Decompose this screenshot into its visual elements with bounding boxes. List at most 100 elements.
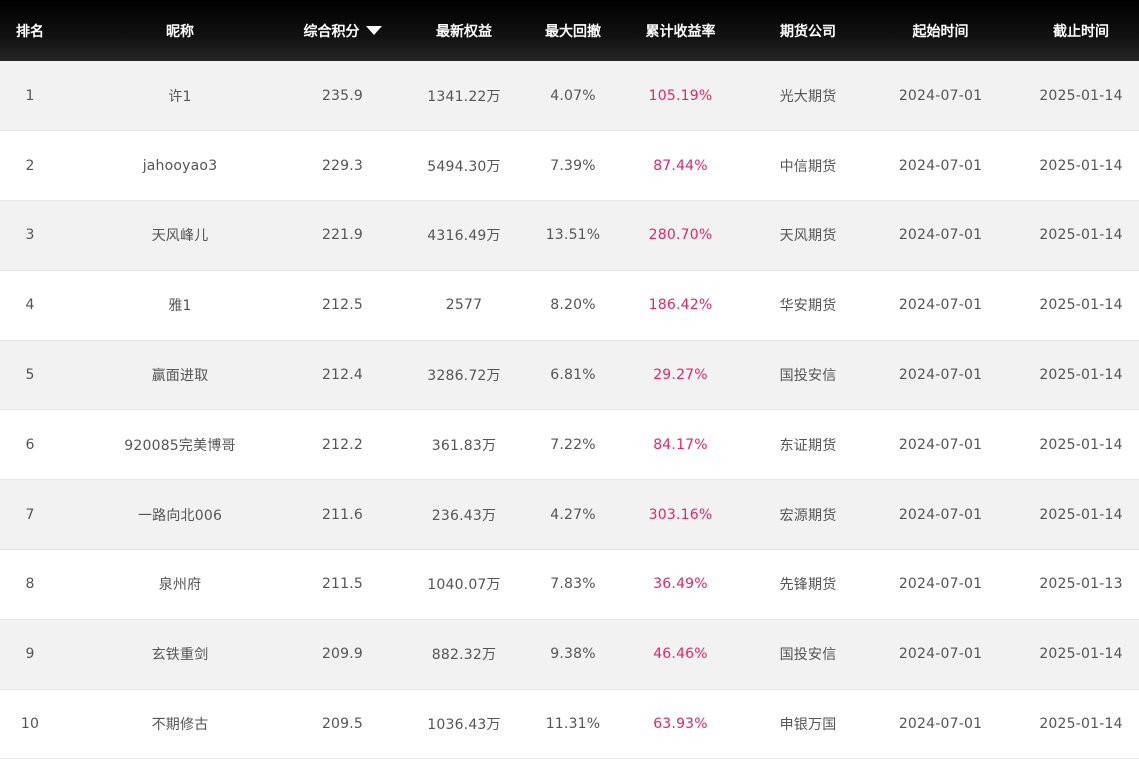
cell-return: 280.70%	[603, 200, 758, 271]
header-start[interactable]: 起始时间	[858, 0, 1023, 61]
cell-rank: 9	[0, 619, 60, 690]
cell-nickname[interactable]: 一路向北006	[60, 479, 300, 551]
cell-rank: 10	[0, 689, 60, 759]
header-company[interactable]: 期货公司	[758, 0, 858, 61]
cell-company: 中信期货	[758, 130, 858, 202]
cell-return: 29.27%	[603, 340, 758, 411]
cell-drawdown: 7.39%	[543, 130, 603, 202]
cell-rank: 2	[0, 130, 60, 202]
cell-return: 46.46%	[603, 619, 758, 690]
header-row: 排名 昵称 综合积分 最新权益 最大回撤 累计收益率 期货公司 起始时间 截止时…	[0, 0, 1139, 61]
header-nickname[interactable]: 昵称	[60, 0, 300, 61]
cell-nickname[interactable]: 泉州府	[60, 549, 300, 620]
cell-company: 天风期货	[758, 200, 858, 271]
cell-drawdown: 9.38%	[543, 619, 603, 690]
cell-score: 209.9	[300, 619, 385, 690]
cell-nickname[interactable]: 天风峰儿	[60, 200, 300, 271]
cell-equity: 4316.49万	[385, 200, 543, 271]
cell-drawdown: 7.83%	[543, 549, 603, 620]
cell-start: 2024-07-01	[858, 689, 1023, 759]
ranking-table: 排名 昵称 综合积分 最新权益 最大回撤 累计收益率 期货公司 起始时间 截止时…	[0, 0, 1139, 759]
cell-drawdown: 13.51%	[543, 200, 603, 271]
cell-equity: 5494.30万	[385, 130, 543, 202]
cell-nickname[interactable]: 920085完美博哥	[60, 409, 300, 481]
cell-end: 2025-01-14	[1023, 130, 1139, 202]
cell-end: 2025-01-14	[1023, 409, 1139, 481]
cell-return: 87.44%	[603, 130, 758, 202]
cell-score: 212.2	[300, 409, 385, 481]
cell-return: 84.17%	[603, 409, 758, 481]
cell-return: 105.19%	[603, 61, 758, 132]
header-equity[interactable]: 最新权益	[385, 0, 543, 61]
cell-equity: 1040.07万	[385, 549, 543, 620]
cell-equity: 1036.43万	[385, 689, 543, 759]
cell-score: 212.5	[300, 270, 385, 341]
cell-end: 2025-01-14	[1023, 479, 1139, 551]
cell-score: 229.3	[300, 130, 385, 202]
cell-rank: 4	[0, 270, 60, 341]
cell-end: 2025-01-14	[1023, 689, 1139, 759]
cell-score: 211.6	[300, 479, 385, 551]
cell-company: 国投安信	[758, 619, 858, 690]
cell-score: 221.9	[300, 200, 385, 271]
cell-drawdown: 6.81%	[543, 340, 603, 411]
cell-equity: 1341.22万	[385, 61, 543, 132]
table-row[interactable]: 7 一路向北006 211.6 236.43万 4.27% 303.16% 宏源…	[0, 479, 1139, 551]
cell-start: 2024-07-01	[858, 61, 1023, 132]
cell-company: 华安期货	[758, 270, 858, 341]
cell-return: 63.93%	[603, 689, 758, 759]
table-body: 1 许1 235.9 1341.22万 4.07% 105.19% 光大期货 2…	[0, 61, 1139, 759]
table-row[interactable]: 3 天风峰儿 221.9 4316.49万 13.51% 280.70% 天风期…	[0, 200, 1139, 271]
cell-equity: 882.32万	[385, 619, 543, 690]
cell-company: 国投安信	[758, 340, 858, 411]
table-row[interactable]: 5 赢面进取 212.4 3286.72万 6.81% 29.27% 国投安信 …	[0, 340, 1139, 411]
cell-equity: 236.43万	[385, 479, 543, 551]
cell-start: 2024-07-01	[858, 479, 1023, 551]
table-row[interactable]: 1 许1 235.9 1341.22万 4.07% 105.19% 光大期货 2…	[0, 61, 1139, 132]
header-rank[interactable]: 排名	[0, 0, 60, 61]
cell-start: 2024-07-01	[858, 200, 1023, 271]
cell-start: 2024-07-01	[858, 409, 1023, 481]
table-row[interactable]: 6 920085完美博哥 212.2 361.83万 7.22% 84.17% …	[0, 409, 1139, 481]
cell-end: 2025-01-14	[1023, 340, 1139, 411]
cell-return: 36.49%	[603, 549, 758, 620]
header-score[interactable]: 综合积分	[300, 0, 385, 61]
cell-rank: 6	[0, 409, 60, 481]
cell-rank: 1	[0, 61, 60, 132]
cell-equity: 361.83万	[385, 409, 543, 481]
cell-start: 2024-07-01	[858, 270, 1023, 341]
cell-return: 303.16%	[603, 479, 758, 551]
cell-company: 申银万国	[758, 689, 858, 759]
header-end[interactable]: 截止时间	[1023, 0, 1139, 61]
table-row[interactable]: 9 玄铁重剑 209.9 882.32万 9.38% 46.46% 国投安信 2…	[0, 619, 1139, 690]
cell-end: 2025-01-14	[1023, 200, 1139, 271]
cell-end: 2025-01-13	[1023, 549, 1139, 620]
cell-nickname[interactable]: 不期修古	[60, 689, 300, 759]
header-drawdown[interactable]: 最大回撤	[543, 0, 603, 61]
cell-equity: 3286.72万	[385, 340, 543, 411]
cell-nickname[interactable]: 许1	[60, 61, 300, 132]
cell-start: 2024-07-01	[858, 340, 1023, 411]
cell-nickname[interactable]: 雅1	[60, 270, 300, 341]
cell-nickname[interactable]: 玄铁重剑	[60, 619, 300, 690]
table-row[interactable]: 2 jahooyao3 229.3 5494.30万 7.39% 87.44% …	[0, 130, 1139, 202]
cell-company: 东证期货	[758, 409, 858, 481]
header-return[interactable]: 累计收益率	[603, 0, 758, 61]
leaderboard: 排名 昵称 综合积分 最新权益 最大回撤 累计收益率 期货公司 起始时间 截止时…	[0, 0, 1139, 759]
cell-nickname[interactable]: jahooyao3	[60, 130, 300, 202]
cell-company: 宏源期货	[758, 479, 858, 551]
cell-drawdown: 11.31%	[543, 689, 603, 759]
cell-start: 2024-07-01	[858, 130, 1023, 202]
cell-company: 先锋期货	[758, 549, 858, 620]
table-row[interactable]: 10 不期修古 209.5 1036.43万 11.31% 63.93% 申银万…	[0, 689, 1139, 759]
cell-score: 209.5	[300, 689, 385, 759]
cell-equity: 2577	[385, 270, 543, 341]
table-row[interactable]: 4 雅1 212.5 2577 8.20% 186.42% 华安期货 2024-…	[0, 270, 1139, 341]
cell-drawdown: 8.20%	[543, 270, 603, 341]
table-row[interactable]: 8 泉州府 211.5 1040.07万 7.83% 36.49% 先锋期货 2…	[0, 549, 1139, 620]
cell-nickname[interactable]: 赢面进取	[60, 340, 300, 411]
cell-rank: 5	[0, 340, 60, 411]
caret-down-icon[interactable]	[365, 25, 382, 35]
table-header: 排名 昵称 综合积分 最新权益 最大回撤 累计收益率 期货公司 起始时间 截止时…	[0, 0, 1139, 61]
cell-company: 光大期货	[758, 61, 858, 132]
